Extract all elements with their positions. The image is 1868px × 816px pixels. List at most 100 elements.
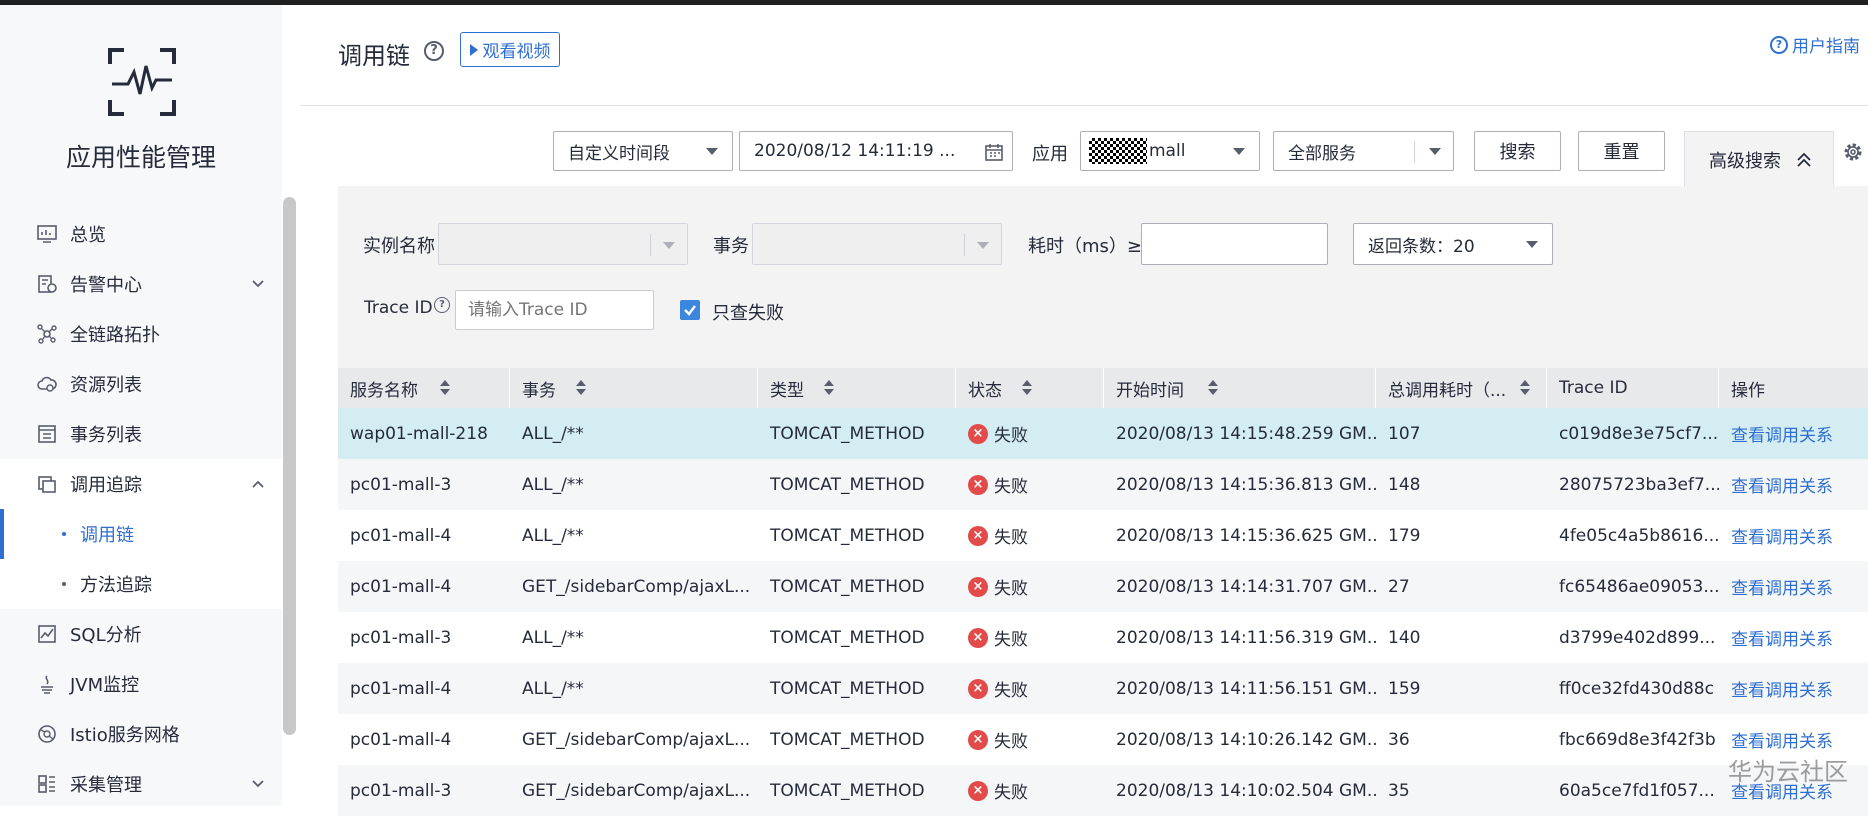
duration-input[interactable] bbox=[1141, 223, 1328, 265]
only-failed-checkbox[interactable] bbox=[680, 300, 700, 320]
time-range-select[interactable]: 自定义时间段 bbox=[553, 131, 733, 171]
caret-down-icon bbox=[1526, 241, 1538, 248]
cell-action[interactable]: 查看调用关系 bbox=[1719, 561, 1868, 612]
view-call-relation-link[interactable]: 查看调用关系 bbox=[1731, 472, 1833, 497]
sort-icon[interactable] bbox=[1520, 380, 1530, 396]
select-separator bbox=[964, 234, 965, 256]
column-title: Trace ID bbox=[1559, 378, 1628, 398]
caret-down-icon bbox=[1429, 148, 1441, 155]
table-row[interactable]: pc01-mall-3 ALL_/** TOMCAT_METHOD × 失败 2020/0… bbox=[338, 612, 1868, 663]
sidebar-scrollbar[interactable] bbox=[283, 197, 296, 735]
sort-icon[interactable] bbox=[824, 380, 834, 396]
sort-icon[interactable] bbox=[576, 380, 586, 396]
service-select[interactable]: 全部服务 bbox=[1273, 131, 1454, 171]
table-row[interactable]: pc01-mall-4 GET_/sidebarComp/ajaxL... TOMC… bbox=[338, 561, 1868, 612]
sidebar-item-transactions[interactable]: 事务列表 bbox=[0, 409, 282, 459]
return-count-select[interactable]: 返回条数：20 bbox=[1353, 223, 1553, 265]
table-row[interactable]: pc01-mall-3 ALL_/** TOMCAT_METHOD × 失败 2020/0… bbox=[338, 459, 1868, 510]
column-header-transaction[interactable]: 事务 bbox=[510, 368, 758, 408]
cell-text: pc01-mall-4 bbox=[350, 729, 452, 750]
chevron-up-icon bbox=[252, 480, 264, 488]
cell-text: pc01-mall-3 bbox=[350, 474, 452, 495]
sidebar-item-collection-mgmt[interactable]: 采集管理 bbox=[0, 759, 282, 809]
trace-id-input[interactable] bbox=[455, 290, 654, 330]
sidebar-item-call-tracing[interactable]: 调用追踪 bbox=[0, 459, 282, 509]
cell-start: 2020/08/13 14:11:56.151 GM... bbox=[1104, 663, 1376, 714]
cell-action[interactable]: 查看调用关系 bbox=[1719, 663, 1868, 714]
date-range-value: 2020/08/12 14:11:19 ... bbox=[754, 141, 956, 161]
trace-id-label: Trace ID bbox=[364, 298, 433, 318]
cloud-icon bbox=[36, 373, 58, 395]
settings-gear-icon[interactable] bbox=[1842, 141, 1864, 163]
column-header-service[interactable]: 服务名称 bbox=[338, 368, 510, 408]
trace-id-help-icon[interactable]: ? bbox=[434, 297, 450, 313]
sidebar-item-jvm-monitor[interactable]: JVM监控 bbox=[0, 659, 282, 709]
cell-duration: 148 bbox=[1376, 459, 1547, 510]
cell-text: 35 bbox=[1388, 780, 1410, 801]
sort-icon[interactable] bbox=[1208, 380, 1218, 396]
calendar-icon bbox=[985, 144, 1003, 161]
cell-service: pc01-mall-3 bbox=[338, 459, 510, 510]
cell-duration: 179 bbox=[1376, 510, 1547, 561]
user-guide-link[interactable]: ? 用户指南 bbox=[1770, 32, 1860, 57]
transaction-select[interactable] bbox=[752, 223, 1002, 265]
sidebar-item-alarm-center[interactable]: 告警中心 bbox=[0, 259, 282, 309]
view-call-relation-link[interactable]: 查看调用关系 bbox=[1731, 676, 1833, 701]
cell-start: 2020/08/13 14:15:36.813 GM... bbox=[1104, 459, 1376, 510]
cell-action[interactable]: 查看调用关系 bbox=[1719, 510, 1868, 561]
column-header-total-duration[interactable]: 总调用耗时（... bbox=[1376, 368, 1547, 408]
column-header-type[interactable]: 类型 bbox=[758, 368, 956, 408]
column-header-status[interactable]: 状态 bbox=[956, 368, 1104, 408]
sidebar-subitem-method-tracing[interactable]: 方法追踪 bbox=[0, 559, 282, 609]
cell-text: 107 bbox=[1388, 423, 1421, 444]
advanced-search-toggle[interactable]: 高级搜索 bbox=[1684, 131, 1834, 187]
instance-name-select[interactable] bbox=[438, 223, 688, 265]
table-row[interactable]: pc01-mall-4 GET_/sidebarComp/ajaxL... TOMC… bbox=[338, 714, 1868, 765]
sidebar-item-sql-analysis[interactable]: SQL分析 bbox=[0, 609, 282, 659]
caret-down-icon bbox=[706, 148, 718, 155]
mesh-icon bbox=[36, 723, 58, 745]
column-header-trace-id: Trace ID bbox=[1547, 368, 1719, 408]
sidebar-item-overview[interactable]: 总览 bbox=[0, 209, 282, 259]
watch-video-button[interactable]: 观看视频 bbox=[460, 32, 560, 67]
table-row[interactable]: pc01-mall-3 GET_/sidebarComp/ajaxL... TOMC… bbox=[338, 765, 1868, 816]
cell-text: TOMCAT_METHOD bbox=[770, 678, 925, 699]
column-header-start-time[interactable]: 开始时间 bbox=[1104, 368, 1376, 408]
column-title: 类型 bbox=[770, 380, 804, 401]
table-row[interactable]: pc01-mall-4 ALL_/** TOMCAT_METHOD × 失败 2020/0… bbox=[338, 510, 1868, 561]
cell-start: 2020/08/13 14:11:56.319 GM... bbox=[1104, 612, 1376, 663]
reset-button[interactable]: 重置 bbox=[1578, 131, 1665, 171]
cell-text: 27 bbox=[1388, 576, 1410, 597]
watch-video-label: 观看视频 bbox=[482, 42, 551, 62]
app-select[interactable]: mall bbox=[1080, 131, 1260, 171]
cell-action[interactable]: 查看调用关系 bbox=[1719, 459, 1868, 510]
sidebar-item-topology[interactable]: 全链路拓扑 bbox=[0, 309, 282, 359]
cell-text: TOMCAT_METHOD bbox=[770, 576, 925, 597]
table-row[interactable]: pc01-mall-4 ALL_/** TOMCAT_METHOD × 失败 2020/0… bbox=[338, 663, 1868, 714]
sidebar-item-resources[interactable]: 资源列表 bbox=[0, 359, 282, 409]
sidebar-item-istio-mesh[interactable]: Istio服务网格 bbox=[0, 709, 282, 759]
view-call-relation-link[interactable]: 查看调用关系 bbox=[1731, 625, 1833, 650]
view-call-relation-link[interactable]: 查看调用关系 bbox=[1731, 574, 1833, 599]
sidebar-item-label: 总览 bbox=[70, 225, 106, 246]
cell-duration: 36 bbox=[1376, 714, 1547, 765]
view-call-relation-link[interactable]: 查看调用关系 bbox=[1731, 523, 1833, 548]
view-call-relation-link[interactable]: 查看调用关系 bbox=[1731, 727, 1833, 752]
bullet-icon bbox=[62, 532, 66, 536]
cell-text: 2020/08/13 14:15:48.259 GM... bbox=[1116, 423, 1376, 444]
cell-text: ALL_/** bbox=[522, 525, 584, 546]
return-count-value: 返回条数：20 bbox=[1368, 236, 1475, 257]
help-icon[interactable]: ? bbox=[424, 41, 444, 61]
search-button[interactable]: 搜索 bbox=[1474, 131, 1561, 171]
sort-icon[interactable] bbox=[440, 380, 450, 396]
cell-service: pc01-mall-4 bbox=[338, 561, 510, 612]
only-failed-label: 只查失败 bbox=[712, 303, 784, 324]
sort-icon[interactable] bbox=[1022, 380, 1032, 396]
view-call-relation-link[interactable]: 查看调用关系 bbox=[1731, 421, 1833, 446]
cell-action[interactable]: 查看调用关系 bbox=[1719, 408, 1868, 459]
date-range-input[interactable]: 2020/08/12 14:11:19 ... bbox=[739, 131, 1013, 171]
cell-action[interactable]: 查看调用关系 bbox=[1719, 612, 1868, 663]
sidebar-subitem-call-chain[interactable]: 调用链 bbox=[0, 509, 282, 559]
table-row[interactable]: wap01-mall-218 ALL_/** TOMCAT_METHOD × 失败 202… bbox=[338, 408, 1868, 459]
cell-text: 179 bbox=[1388, 525, 1421, 546]
